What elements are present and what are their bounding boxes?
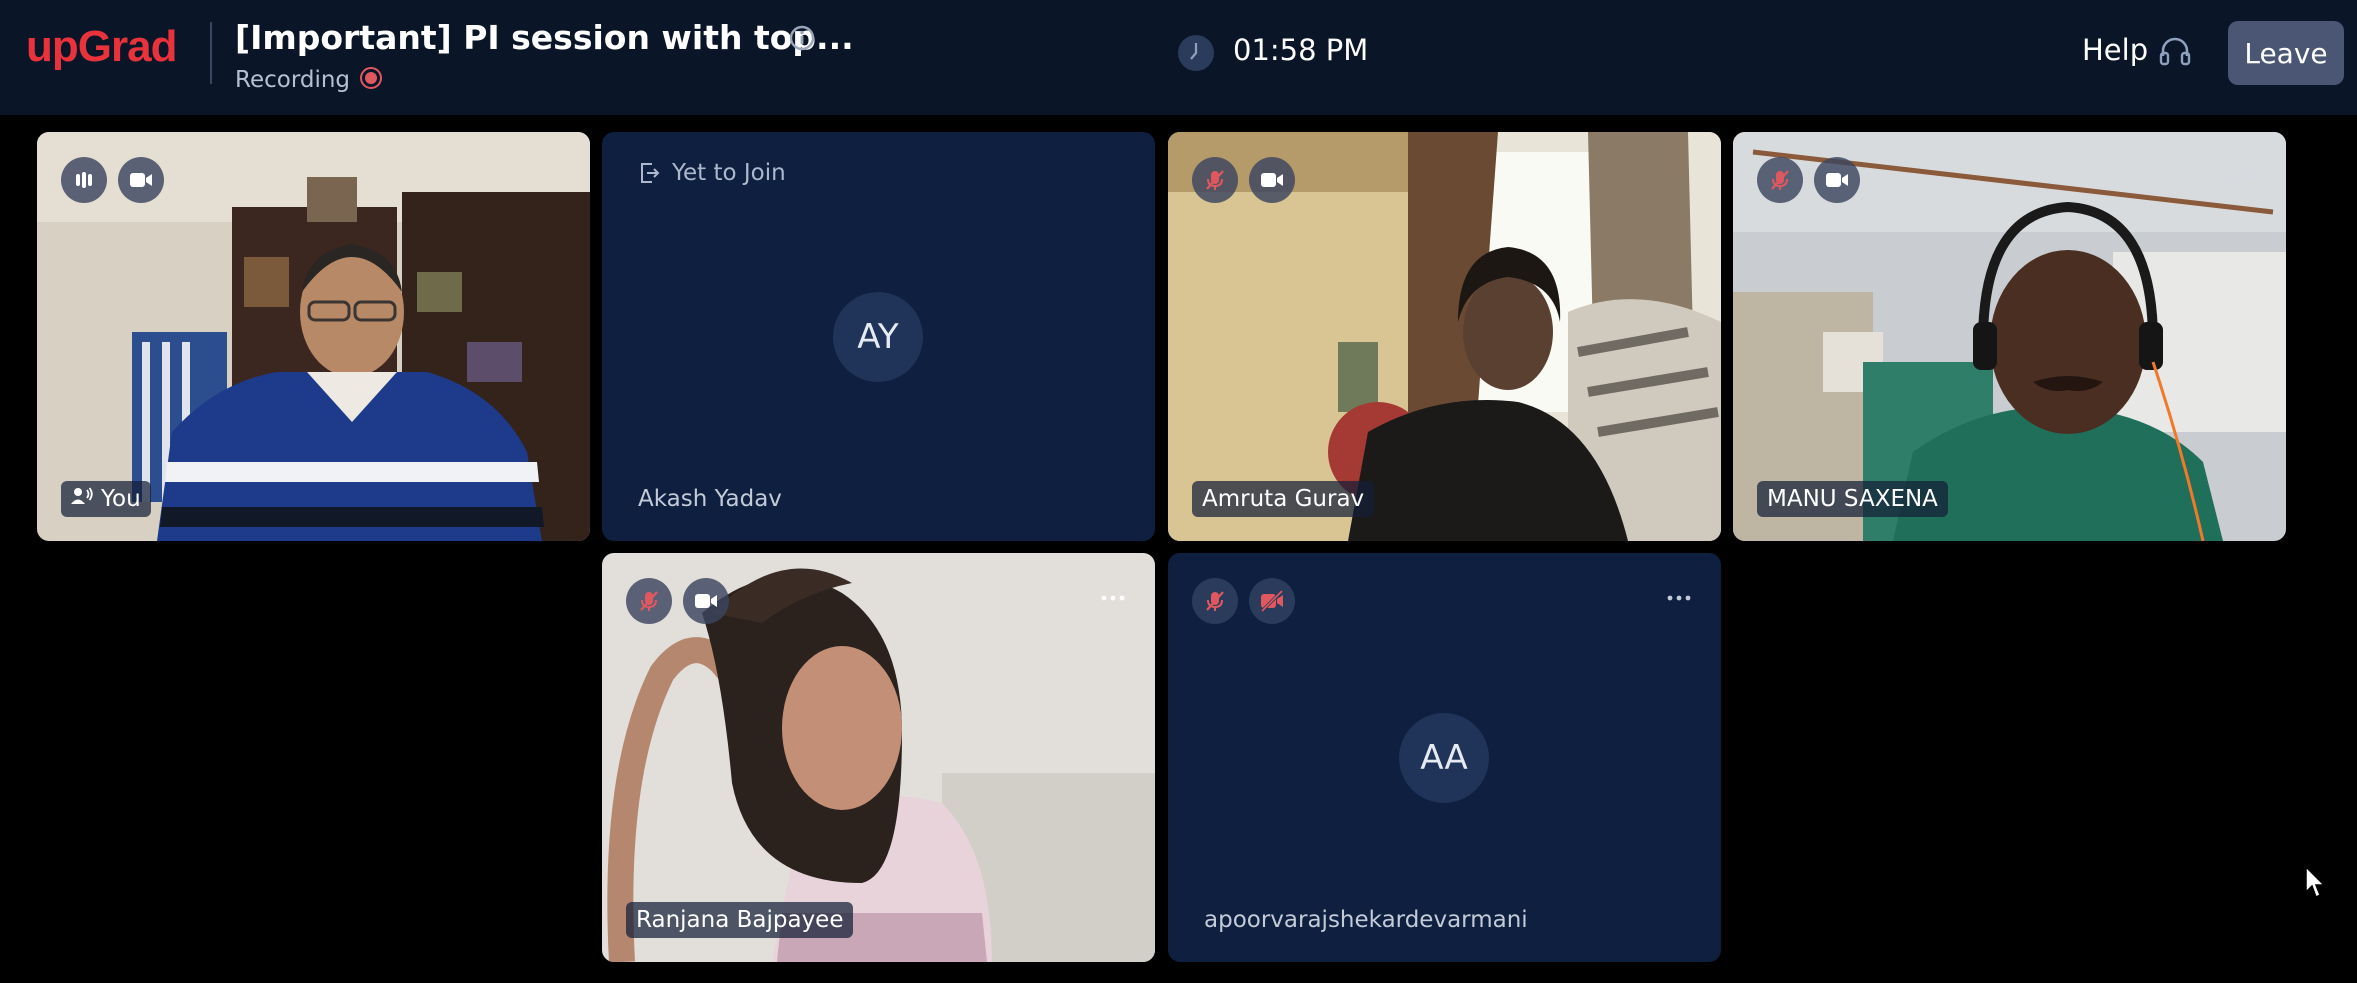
recording-status: Recording — [235, 64, 383, 96]
avatar: AY — [833, 292, 923, 382]
participant-tile-akash-yadav[interactable]: Yet to Join AY Akash Yadav — [602, 132, 1155, 541]
recording-label: Recording — [235, 67, 351, 93]
more-options-button[interactable] — [1659, 578, 1699, 618]
participant-name-tag: You — [61, 481, 151, 517]
yet-to-join-status: Yet to Join — [638, 160, 786, 186]
video-feed-you — [37, 132, 590, 541]
info-icon[interactable] — [788, 24, 816, 56]
join-door-icon — [641, 163, 660, 183]
camera-icon[interactable] — [118, 157, 164, 203]
participant-name: Ranjana Bajpayee — [636, 907, 844, 933]
meeting-clock: 01:58 PM — [1233, 33, 1369, 67]
camera-off-icon[interactable] — [1249, 578, 1295, 624]
video-feed-amruta — [1168, 132, 1721, 541]
participant-tile-you[interactable]: You — [37, 132, 590, 541]
mic-muted-icon[interactable] — [1757, 157, 1803, 203]
participant-name-tag: Amruta Gurav — [1192, 481, 1375, 517]
mic-muted-icon[interactable] — [626, 578, 672, 624]
recording-dot-icon — [359, 66, 383, 94]
clock-icon — [1177, 34, 1215, 76]
camera-icon[interactable] — [1814, 157, 1860, 203]
speaking-icon — [71, 486, 93, 512]
more-horizontal-icon — [2232, 174, 2256, 180]
participant-name: Amruta Gurav — [1202, 486, 1365, 512]
participant-name-tag: Akash Yadav — [626, 481, 794, 517]
more-options-button[interactable] — [2224, 157, 2264, 197]
meeting-title: [Important] PI session with top... — [235, 18, 854, 57]
participant-tile-apoorvarajshekardevarmani[interactable]: AA apoorvarajshekardevarmani — [1168, 553, 1721, 962]
participant-name-tag: apoorvarajshekardevarmani — [1192, 902, 1540, 938]
participant-name-tag: Ranjana Bajpayee — [626, 902, 854, 938]
upgrad-logo: upGrad — [26, 22, 177, 71]
video-feed-ranjana — [602, 553, 1155, 962]
yet-to-join-label: Yet to Join — [672, 160, 786, 186]
help-link[interactable]: Help — [2082, 33, 2148, 67]
camera-icon[interactable] — [1249, 157, 1295, 203]
audio-level-icon[interactable] — [61, 157, 107, 203]
leave-button[interactable]: Leave — [2228, 21, 2344, 85]
participant-tile-ranjana-bajpayee[interactable]: Ranjana Bajpayee — [602, 553, 1155, 962]
mic-muted-icon[interactable] — [1192, 578, 1238, 624]
more-horizontal-icon — [1101, 595, 1125, 601]
participant-name: You — [101, 486, 141, 512]
more-horizontal-icon — [1667, 595, 1691, 601]
more-options-button[interactable] — [1093, 578, 1133, 618]
participant-tile-amruta-gurav[interactable]: Amruta Gurav — [1168, 132, 1721, 541]
mouse-cursor-icon — [2305, 865, 2327, 904]
camera-icon[interactable] — [683, 578, 729, 624]
participant-name: apoorvarajshekardevarmani — [1204, 907, 1528, 933]
header-divider — [210, 22, 212, 84]
headset-icon[interactable] — [2157, 34, 2193, 74]
video-feed-manu — [1733, 132, 2286, 541]
participant-name-tag: MANU SAXENA — [1757, 481, 1948, 517]
meeting-header: upGrad [Important] PI session with top..… — [0, 0, 2357, 115]
participant-name: MANU SAXENA — [1767, 486, 1938, 512]
avatar: AA — [1399, 713, 1489, 803]
mic-muted-icon[interactable] — [1192, 157, 1238, 203]
participant-name: Akash Yadav — [638, 486, 782, 512]
participant-tile-manu-saxena[interactable]: MANU SAXENA — [1733, 132, 2286, 541]
